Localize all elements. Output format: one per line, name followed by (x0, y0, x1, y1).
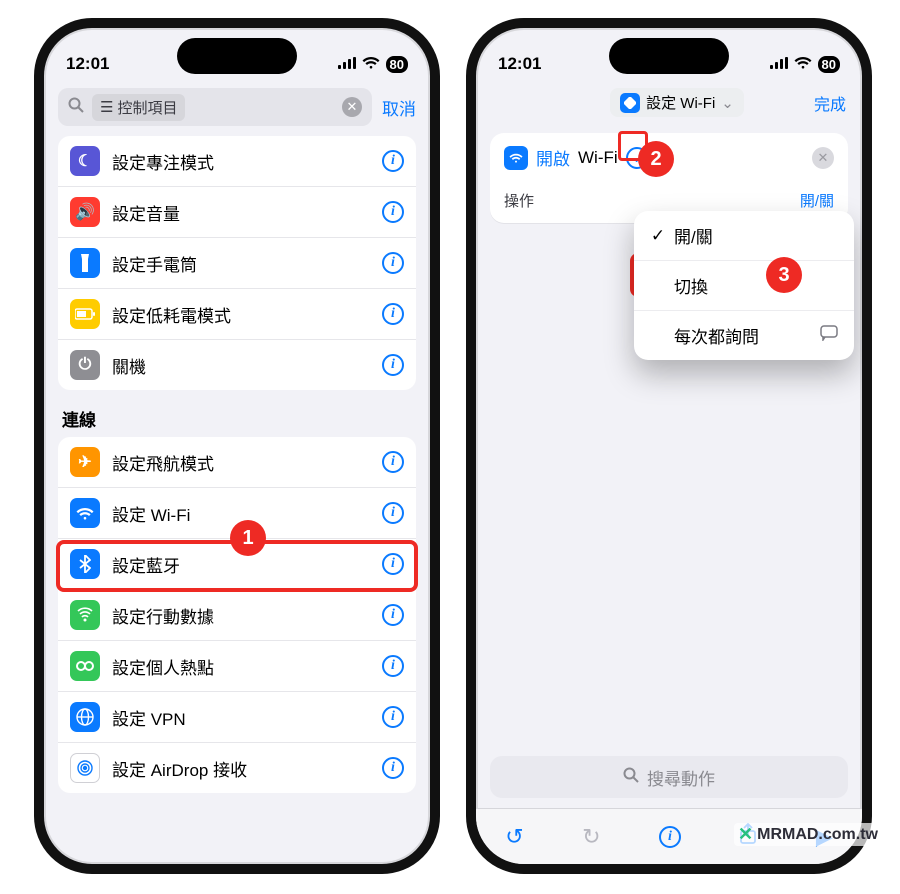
search-token[interactable]: ☰ 控制項目 (92, 94, 185, 121)
info-icon[interactable]: i (382, 201, 404, 223)
info-icon[interactable]: i (382, 553, 404, 575)
action-set-flashlight[interactable]: 設定手電筒 i (58, 238, 416, 289)
info-icon[interactable]: i (382, 451, 404, 473)
battery-pill: 80 (386, 56, 408, 73)
delete-action-icon[interactable]: ✕ (812, 147, 834, 169)
param-label: 操作 (504, 190, 534, 211)
airdrop-icon (70, 753, 100, 783)
info-icon[interactable]: i (382, 150, 404, 172)
info-icon[interactable]: i (659, 826, 681, 848)
action-set-airplane[interactable]: ✈ 設定飛航模式 i (58, 437, 416, 488)
wifi-icon (362, 54, 380, 74)
moon-icon: ☾ (70, 146, 100, 176)
cancel-button[interactable]: 取消 (382, 95, 416, 120)
action-card[interactable]: 開啟 Wi-Fi ⌄ ✕ 操作 開/關 (490, 133, 848, 223)
wifi-icon (794, 54, 812, 74)
info-icon[interactable]: i (382, 604, 404, 626)
action-subject: Wi-Fi (578, 148, 618, 168)
signal-icon (338, 54, 356, 74)
info-icon[interactable]: i (382, 655, 404, 677)
phone-frame-left: 12:01 80 ☰ 控制項目 (34, 18, 440, 874)
watermark-logo-icon: ✕ (738, 824, 753, 845)
info-icon[interactable]: i (382, 252, 404, 274)
actions-list-2: ✈ 設定飛航模式 i 設定 Wi-Fi i 設定藍牙 i (58, 437, 416, 793)
search-input[interactable]: ☰ 控制項目 ✕ (58, 88, 372, 126)
clear-search-icon[interactable]: ✕ (342, 97, 362, 117)
action-shutdown[interactable]: ⏻ 關機 i (58, 340, 416, 390)
search-actions-input[interactable]: 搜尋動作 (490, 756, 848, 798)
editor-header: 設定 Wi-Fi ⌄ 完成 (476, 82, 862, 123)
menu-option-ask[interactable]: 每次都詢問 (634, 311, 854, 360)
wifi-icon (70, 498, 100, 528)
action-set-hotspot[interactable]: 設定個人熱點 i (58, 641, 416, 692)
action-set-low-power[interactable]: 設定低耗電模式 i (58, 289, 416, 340)
battery-pill: 80 (818, 56, 840, 73)
action-set-volume[interactable]: 🔊 設定音量 i (58, 187, 416, 238)
info-icon[interactable]: i (382, 757, 404, 779)
dynamic-island (177, 38, 297, 74)
redo-icon[interactable]: ↻ (582, 824, 600, 850)
speaker-icon: 🔊 (70, 197, 100, 227)
action-set-cellular[interactable]: 設定行動數據 i (58, 590, 416, 641)
menu-option-on-off[interactable]: ✓ 開/關 (634, 211, 854, 261)
check-icon: ✓ (650, 226, 666, 246)
cellular-icon (70, 600, 100, 630)
phone-frame-right: 12:01 80 設定 Wi-Fi ⌄ (466, 18, 872, 874)
action-set-airdrop[interactable]: 設定 AirDrop 接收 i (58, 743, 416, 793)
controls-icon: ☰ (100, 98, 113, 116)
watermark: ✕ MRMAD.com.tw (734, 823, 882, 846)
action-set-bluetooth[interactable]: 設定藍牙 i (58, 539, 416, 590)
info-icon[interactable]: i (382, 354, 404, 376)
clock: 12:01 (498, 54, 541, 74)
action-verb[interactable]: 開啟 (536, 145, 570, 170)
action-set-focus[interactable]: ☾ 設定專注模式 i (58, 136, 416, 187)
battery-icon (70, 299, 100, 329)
actions-list-1: ☾ 設定專注模式 i 🔊 設定音量 i 設定手電筒 i (58, 136, 416, 390)
section-header-connection: 連線 (44, 390, 430, 437)
menu-option-toggle[interactable]: 切換 (634, 261, 854, 311)
action-set-wifi[interactable]: 設定 Wi-Fi i (58, 488, 416, 539)
globe-icon (70, 702, 100, 732)
search-icon (623, 767, 639, 788)
param-menu: ✓ 開/關 切換 每次都詢問 (634, 211, 854, 360)
done-button[interactable]: 完成 (814, 91, 846, 115)
signal-icon (770, 54, 788, 74)
info-icon[interactable]: i (382, 706, 404, 728)
clock: 12:01 (66, 54, 109, 74)
text-bubble-icon (820, 325, 838, 346)
shortcut-title-chip[interactable]: 設定 Wi-Fi ⌄ (610, 88, 744, 117)
param-value[interactable]: 開/關 (800, 190, 834, 211)
undo-icon[interactable]: ↺ (505, 824, 523, 850)
hotspot-icon (70, 651, 100, 681)
bluetooth-icon (70, 549, 100, 579)
info-icon[interactable]: i (382, 303, 404, 325)
search-icon (68, 97, 84, 118)
wifi-icon (504, 146, 528, 170)
flashlight-icon (70, 248, 100, 278)
action-set-vpn[interactable]: 設定 VPN i (58, 692, 416, 743)
expand-params-icon[interactable]: ⌄ (626, 147, 648, 169)
chevron-down-icon: ⌄ (721, 94, 734, 112)
dynamic-island (609, 38, 729, 74)
airplane-icon: ✈ (70, 447, 100, 477)
power-icon: ⏻ (70, 350, 100, 380)
info-icon[interactable]: i (382, 502, 404, 524)
